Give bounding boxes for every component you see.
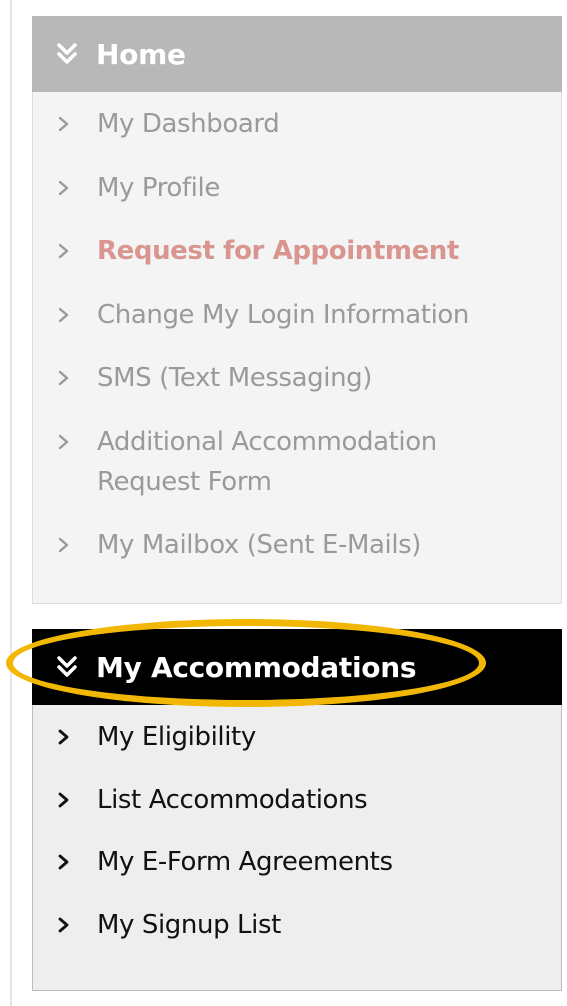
accommodations-panel: My Accommodations My Eligibility List Ac… xyxy=(32,629,562,991)
menu-item-label: My Profile xyxy=(97,172,220,203)
home-panel-body: My Dashboard My Profile Request for Appo… xyxy=(32,92,562,604)
menu-item-request-for-appointment[interactable]: Request for Appointment xyxy=(33,231,561,271)
double-chevron-down-icon xyxy=(56,654,78,680)
menu-item-list-accommodations[interactable]: List Accommodations xyxy=(33,780,561,820)
menu-item-my-eligibility[interactable]: My Eligibility xyxy=(33,717,561,757)
double-chevron-down-icon xyxy=(56,41,78,67)
chevron-right-icon xyxy=(57,905,71,945)
accommodations-panel-body: My Eligibility List Accommodations My E-… xyxy=(32,705,562,991)
accommodations-menu-list: My Eligibility List Accommodations My E-… xyxy=(33,717,561,945)
menu-item-label: Request for Appointment xyxy=(97,236,459,266)
chevron-right-icon xyxy=(57,525,71,565)
left-divider xyxy=(10,0,12,1006)
home-menu-list: My Dashboard My Profile Request for Appo… xyxy=(33,104,561,565)
menu-item-my-e-form-agreements[interactable]: My E-Form Agreements xyxy=(33,842,561,882)
menu-item-my-profile[interactable]: My Profile xyxy=(33,168,561,208)
menu-item-my-mailbox[interactable]: My Mailbox (Sent E-Mails) xyxy=(33,525,561,565)
menu-item-change-login-information[interactable]: Change My Login Information xyxy=(33,295,561,335)
chevron-right-icon xyxy=(57,104,71,144)
menu-item-label: My Dashboard xyxy=(97,109,280,139)
chevron-right-icon xyxy=(57,780,71,820)
menu-item-label: Change My Login Information xyxy=(97,299,470,330)
menu-item-label: SMS (Text Messaging) xyxy=(97,363,373,393)
menu-item-label: My E-Form Agreements xyxy=(97,847,393,877)
home-panel-header[interactable]: Home xyxy=(32,16,562,92)
chevron-right-icon xyxy=(57,717,71,757)
home-panel: Home My Dashboard My Profile Request for… xyxy=(32,16,562,604)
menu-item-label: List Accommodations xyxy=(97,784,368,815)
menu-item-label: My Eligibility xyxy=(97,722,256,752)
menu-item-my-signup-list[interactable]: My Signup List xyxy=(33,905,561,945)
chevron-right-icon xyxy=(57,168,71,208)
sidebar-page: Home My Dashboard My Profile Request for… xyxy=(0,0,567,1006)
chevron-right-icon xyxy=(57,295,71,335)
menu-item-my-dashboard[interactable]: My Dashboard xyxy=(33,104,561,144)
accommodations-panel-title: My Accommodations xyxy=(96,650,417,684)
chevron-right-icon xyxy=(57,842,71,882)
accommodations-panel-header[interactable]: My Accommodations xyxy=(32,629,562,705)
menu-item-label: My Signup List xyxy=(97,909,281,940)
menu-item-label: My Mailbox (Sent E-Mails) xyxy=(97,530,422,560)
menu-item-sms-text-messaging[interactable]: SMS (Text Messaging) xyxy=(33,358,561,398)
chevron-right-icon xyxy=(57,231,71,271)
chevron-right-icon xyxy=(57,422,71,462)
home-panel-title: Home xyxy=(96,37,186,71)
menu-item-additional-accommodation-request-form[interactable]: Additional Accommodation Request Form xyxy=(33,422,561,502)
menu-item-label: Additional Accommodation Request Form xyxy=(97,426,437,497)
chevron-right-icon xyxy=(57,358,71,398)
